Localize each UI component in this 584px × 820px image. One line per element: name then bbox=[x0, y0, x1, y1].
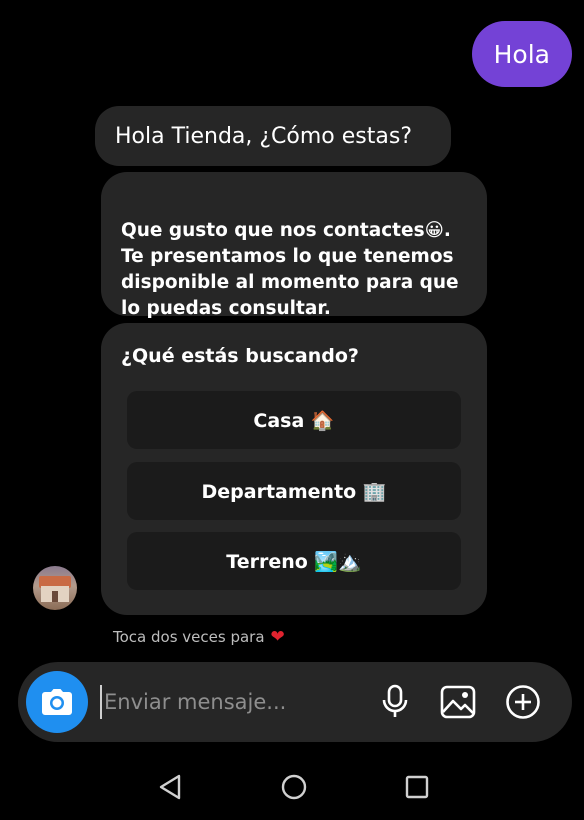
double-tap-hint: Toca dos veces para ❤ bbox=[113, 627, 285, 647]
avatar-door bbox=[52, 591, 58, 602]
option-label: Casa 🏠 bbox=[253, 409, 335, 432]
microphone-icon bbox=[382, 684, 408, 717]
recent-apps-button[interactable] bbox=[402, 772, 432, 802]
incoming-message-text: Que gusto que nos contactes😀. Te present… bbox=[121, 220, 459, 319]
gallery-icon bbox=[440, 685, 476, 719]
microphone-button[interactable] bbox=[376, 683, 414, 721]
recent-apps-icon bbox=[405, 775, 429, 799]
sender-avatar[interactable] bbox=[33, 566, 77, 610]
option-button-departamento[interactable]: Departamento 🏢 bbox=[127, 462, 461, 520]
option-button-casa[interactable]: Casa 🏠 bbox=[127, 391, 461, 449]
camera-icon bbox=[42, 689, 72, 715]
option-button-terreno[interactable]: Terreno 🏞️🏔️ bbox=[127, 532, 461, 590]
camera-button[interactable] bbox=[26, 671, 88, 733]
back-icon bbox=[159, 774, 181, 800]
incoming-message-bubble[interactable]: Hola Tienda, ¿Cómo estas? bbox=[95, 106, 451, 166]
incoming-message-bubble[interactable]: Que gusto que nos contactes😀. Te present… bbox=[101, 172, 487, 319]
quick-reply-question: ¿Qué estás buscando? bbox=[121, 345, 359, 367]
quick-reply-card: ¿Qué estás buscando? Casa 🏠 Departamento… bbox=[101, 323, 487, 615]
home-button[interactable] bbox=[279, 772, 309, 802]
message-input[interactable] bbox=[102, 682, 364, 722]
outgoing-message-text: Hola bbox=[493, 39, 550, 69]
back-button[interactable] bbox=[155, 772, 185, 802]
option-label: Departamento 🏢 bbox=[201, 480, 387, 503]
outgoing-message-bubble[interactable]: Hola bbox=[471, 21, 572, 87]
heart-icon: ❤ bbox=[270, 627, 285, 647]
gallery-button[interactable] bbox=[439, 683, 477, 721]
hint-text: Toca dos veces para bbox=[113, 628, 265, 646]
message-composer bbox=[18, 662, 572, 742]
system-navigation-bar bbox=[0, 752, 584, 820]
option-label: Terreno 🏞️🏔️ bbox=[226, 550, 362, 573]
home-icon bbox=[281, 774, 307, 800]
add-icon bbox=[506, 685, 540, 719]
incoming-message-text: Hola Tienda, ¿Cómo estas? bbox=[115, 123, 412, 149]
add-button[interactable] bbox=[504, 683, 542, 721]
